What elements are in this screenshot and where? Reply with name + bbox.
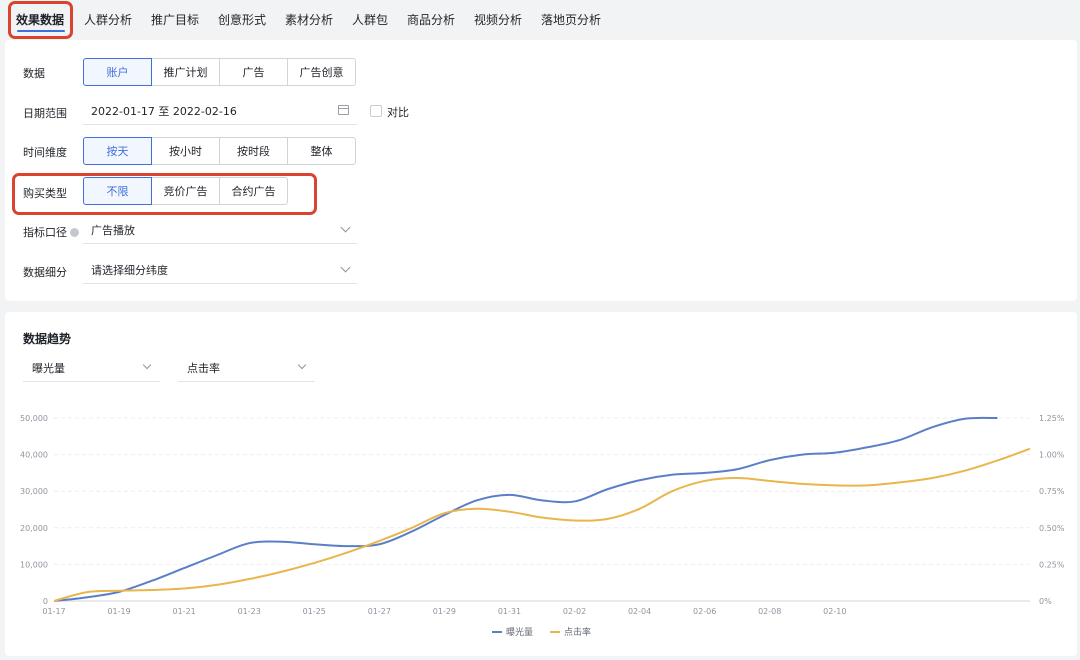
x-tick-label: 01-21 (173, 607, 196, 616)
x-tick-label: 01-31 (498, 607, 521, 616)
y-right-tick-label: 0.50% (1039, 524, 1065, 533)
buy-option-unlimited[interactable]: 不限 (83, 177, 152, 205)
y-left-tick-label: 50,000 (20, 414, 48, 423)
y-left-tick-label: 40,000 (20, 451, 48, 460)
y-left-tick-label: 30,000 (20, 487, 48, 496)
y-left-tick-label: 10,000 (20, 560, 48, 569)
y-right-tick-label: 1.25% (1039, 414, 1065, 423)
y-left-tick-label: 0 (43, 597, 48, 606)
y-right-tick-label: 0.75% (1039, 487, 1065, 496)
trend-line-chart: 0 10,000 20,000 30,000 40,000 50,000 0% 0.25% 0.… (20, 414, 1065, 638)
series-line-ctr (53, 447, 1031, 602)
x-tick-label: 01-19 (107, 607, 130, 616)
x-tick-label: 02-08 (758, 607, 781, 616)
y-left-tick-label: 20,000 (20, 524, 48, 533)
x-tick-label: 01-25 (303, 607, 326, 616)
data-option-account[interactable]: 账户 (83, 58, 152, 86)
x-tick-label: 01-29 (433, 607, 456, 616)
x-tick-label: 02-04 (628, 607, 651, 616)
legend-label: 曝光量 (506, 626, 533, 638)
y-right-tick-label: 1.00% (1039, 451, 1065, 460)
series-line-impressions (53, 416, 998, 602)
legend-label: 点击率 (564, 626, 591, 638)
x-tick-label: 01-27 (368, 607, 391, 616)
x-tick-label: 02-10 (823, 607, 846, 616)
x-tick-label: 02-06 (693, 607, 716, 616)
y-right-tick-label: 0% (1039, 597, 1052, 606)
y-right-tick-label: 0.25% (1039, 560, 1065, 569)
time-option-by-day[interactable]: 按天 (83, 137, 152, 165)
x-tick-label: 01-17 (42, 607, 65, 616)
x-tick-label: 02-02 (563, 607, 586, 616)
x-tick-label: 01-23 (238, 607, 261, 616)
